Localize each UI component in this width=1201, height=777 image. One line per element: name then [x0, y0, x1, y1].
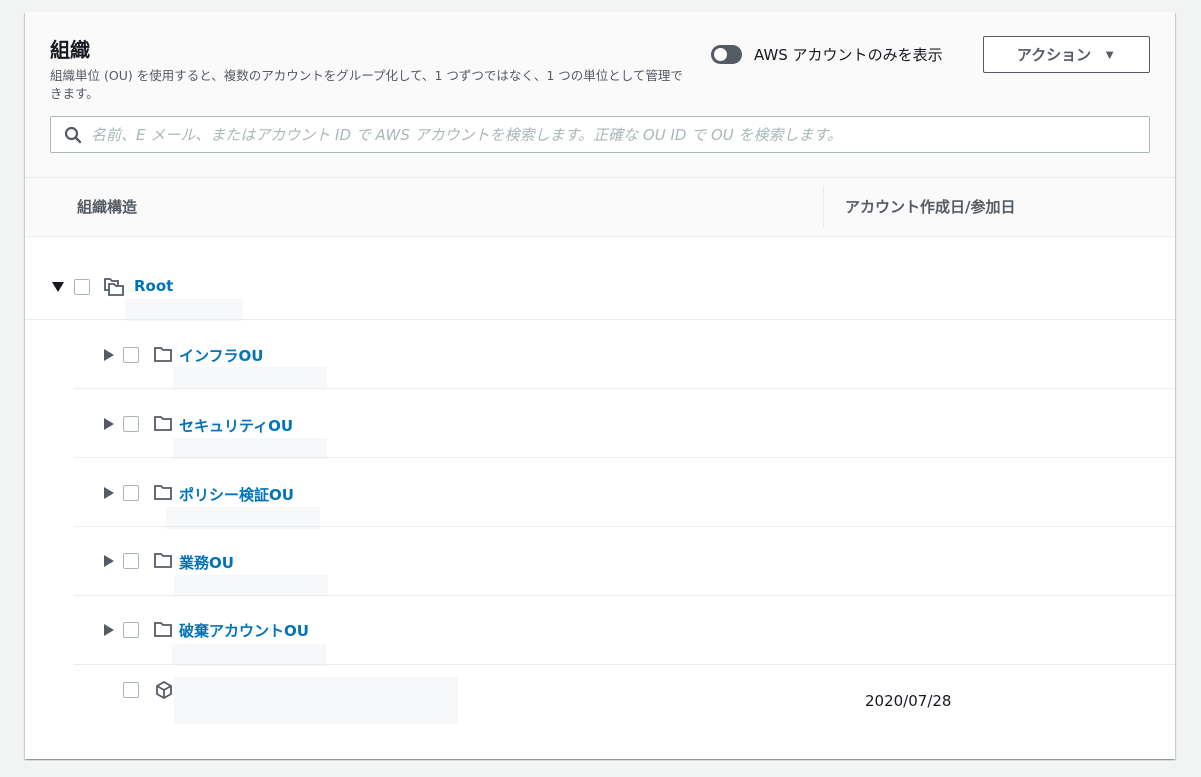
account-cube-icon [156, 681, 172, 699]
tree-row-account: 2020/07/28 [74, 665, 1175, 745]
root-checkbox[interactable] [74, 279, 90, 295]
folder-icon [154, 485, 172, 500]
collapse-triangle-icon[interactable] [52, 282, 64, 292]
search-icon [64, 126, 82, 143]
expand-triangle-icon[interactable] [104, 349, 114, 361]
tree-row-ou: セキュリティOU [74, 389, 1175, 460]
folder-icon [154, 347, 172, 362]
ou-checkbox[interactable] [123, 485, 139, 501]
panel-header: 組織 組織単位 (OU) を使用すると、複数のアカウントをグループ化して、1 つ… [25, 12, 1175, 178]
ou-link[interactable]: ポリシー検証OU [179, 484, 294, 505]
tree-row-ou: ポリシー検証OU [74, 458, 1175, 529]
column-header-structure: 組織構造 [77, 198, 138, 216]
account-created-date: 2020/07/28 [865, 692, 952, 710]
ou-link[interactable]: セキュリティOU [179, 415, 293, 436]
root-link[interactable]: Root [134, 277, 173, 295]
ou-checkbox[interactable] [123, 622, 139, 638]
toggle-label[interactable]: AWS アカウントのみを表示 [754, 44, 943, 65]
caret-down-icon: ▼ [1103, 47, 1117, 62]
ou-id-redacted [172, 644, 326, 666]
column-divider [823, 186, 824, 228]
folder-icon [154, 622, 172, 637]
expand-triangle-icon[interactable] [104, 624, 114, 636]
ou-checkbox[interactable] [123, 416, 139, 432]
folder-icon [154, 416, 172, 431]
page-description: 組織単位 (OU) を使用すると、複数のアカウントをグループ化して、1 つずつで… [50, 68, 683, 101]
toggle-knob [714, 47, 727, 61]
ou-checkbox[interactable] [123, 347, 139, 363]
ou-link[interactable]: 業務OU [179, 552, 234, 573]
page-title: 組織 [50, 38, 90, 62]
column-header-date: アカウント作成日/参加日 [845, 198, 1016, 216]
ou-link[interactable]: インフラOU [179, 345, 263, 366]
aws-accounts-only-toggle[interactable] [711, 44, 742, 64]
expand-triangle-icon[interactable] [104, 555, 114, 567]
actions-button[interactable]: アクション ▼ [983, 36, 1150, 73]
expand-triangle-icon[interactable] [104, 418, 114, 430]
ou-id-redacted [173, 367, 327, 389]
account-checkbox[interactable] [123, 682, 139, 698]
tree-row-ou: インフラOU [74, 320, 1175, 389]
tree-row-ou: 破棄アカウントOU [74, 596, 1175, 666]
table-header: 組織構造 アカウント作成日/参加日 [25, 178, 1175, 237]
ou-id-redacted [174, 575, 328, 597]
ou-checkbox[interactable] [123, 553, 139, 569]
search-box[interactable] [50, 116, 1150, 153]
aws-accounts-only-toggle-group[interactable]: AWS アカウントのみを表示 [711, 42, 943, 66]
actions-button-label: アクション [1016, 47, 1092, 64]
organization-panel: 組織 組織単位 (OU) を使用すると、複数のアカウントをグループ化して、1 つ… [25, 12, 1175, 759]
expand-triangle-icon[interactable] [104, 487, 114, 499]
folder-icon [154, 553, 172, 568]
account-name-redacted [174, 677, 458, 724]
search-input[interactable] [91, 125, 1149, 144]
root-folders-icon [104, 278, 124, 296]
tree-row-root: Root [25, 237, 1175, 321]
root-id-redacted [125, 299, 243, 321]
ou-link[interactable]: 破棄アカウントOU [179, 620, 309, 641]
tree-row-ou: 業務OU [74, 527, 1175, 597]
